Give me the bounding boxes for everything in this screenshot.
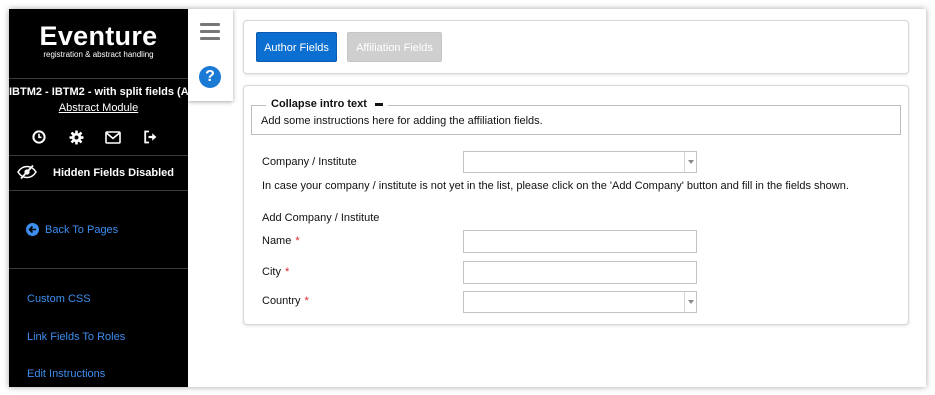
divider	[9, 268, 188, 269]
tab-affiliation-fields[interactable]: Affiliation Fields	[347, 32, 442, 62]
name-label: Name *	[262, 235, 300, 247]
back-to-pages-link[interactable]: Back To Pages	[26, 223, 118, 236]
required-marker: *	[304, 295, 309, 307]
help-icon[interactable]: ?	[199, 66, 221, 88]
company-label: Company / Institute	[262, 156, 357, 168]
back-to-pages-label: Back To Pages	[45, 223, 119, 236]
chevron-down-icon	[684, 292, 696, 312]
country-select[interactable]	[463, 291, 697, 313]
app-window: Eventure registration & abstract handlin…	[9, 9, 926, 387]
collapse-intro-label: Collapse intro text	[271, 98, 367, 110]
sidebar-item-edit-instructions[interactable]: Edit Instructions	[27, 368, 105, 380]
arrow-left-icon	[26, 223, 39, 236]
hidden-fields-toggle[interactable]: Hidden Fields Disabled	[9, 164, 188, 184]
logo[interactable]: Eventure registration & abstract handlin…	[9, 21, 188, 59]
collapse-minus-icon	[374, 102, 383, 106]
intro-text: Add some instructions here for adding th…	[261, 115, 543, 127]
tabs-card: Author Fields Affiliation Fields	[243, 20, 909, 74]
divider	[9, 78, 188, 79]
divider	[9, 190, 188, 191]
city-label: City *	[262, 266, 289, 278]
city-label-text: City	[262, 266, 281, 278]
sidebar-item-custom-css[interactable]: Custom CSS	[27, 293, 91, 305]
country-label-text: Country	[262, 295, 301, 307]
project-title: IBTM2 - IBTM2 - with split fields (A...	[9, 86, 188, 98]
country-label: Country *	[262, 295, 309, 307]
company-note: In case your company / institute is not …	[262, 180, 849, 192]
collapse-intro-toggle[interactable]: Collapse intro text	[266, 98, 388, 110]
hamburger-icon[interactable]	[200, 23, 220, 44]
history-icon[interactable]	[31, 129, 47, 145]
hidden-fields-label: Hidden Fields Disabled	[53, 167, 175, 179]
chevron-down-icon	[684, 152, 696, 172]
logo-tagline: registration & abstract handling	[43, 50, 154, 59]
add-company-heading: Add Company / Institute	[262, 212, 380, 224]
sidebar-item-link-fields-to-roles[interactable]: Link Fields To Roles	[27, 331, 125, 343]
company-select[interactable]	[463, 151, 697, 173]
logout-icon[interactable]	[142, 129, 158, 145]
form-card: Collapse intro text Add some instruction…	[243, 85, 909, 325]
tab-author-fields[interactable]: Author Fields	[256, 32, 337, 62]
required-marker: *	[295, 235, 300, 247]
divider	[9, 155, 188, 156]
sidebar: Eventure registration & abstract handlin…	[9, 9, 188, 387]
eye-slash-icon	[17, 164, 37, 183]
mail-icon[interactable]	[105, 129, 121, 145]
logo-name: Eventure	[39, 21, 158, 51]
intro-fieldset: Collapse intro text Add some instruction…	[251, 98, 901, 135]
gear-icon[interactable]	[68, 129, 84, 145]
module-link[interactable]: Abstract Module	[9, 102, 188, 114]
name-input[interactable]	[463, 230, 697, 253]
toolbar: ?	[188, 9, 233, 101]
city-input[interactable]	[463, 261, 697, 284]
required-marker: *	[284, 266, 290, 278]
sidebar-icon-row	[31, 129, 158, 145]
name-label-text: Name	[262, 235, 292, 247]
